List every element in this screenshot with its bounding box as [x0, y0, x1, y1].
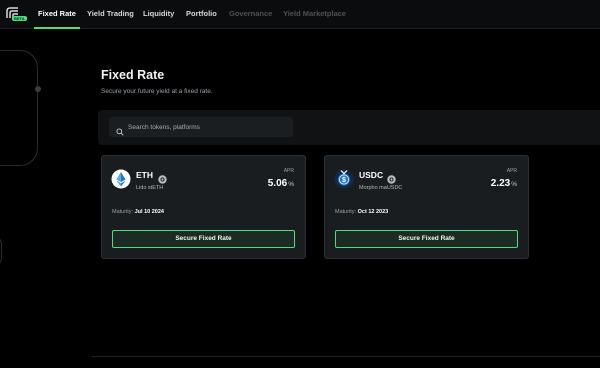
- maturity-date: Oct 12 2023: [357, 209, 389, 215]
- market-card-eth: ETH Lido stETH APR 5.06% Maturity: Jul 1…: [101, 155, 306, 259]
- nav-fixed-rate[interactable]: Fixed Rate: [34, 0, 80, 29]
- platform-name: Morpho maUSDC: [359, 185, 403, 191]
- eth-icon: [111, 169, 131, 189]
- apr-unit: %: [288, 181, 294, 188]
- apr-number: 5.06: [267, 178, 288, 189]
- maturity-date: Jul 10 2024: [134, 209, 164, 215]
- secure-fixed-rate-button[interactable]: Secure Fixed Rate: [112, 230, 295, 248]
- nav-liquidity[interactable]: Liquidity: [143, 0, 174, 29]
- token-symbol: USDC: [359, 170, 384, 180]
- divider: [92, 356, 600, 357]
- apr-value: 2.23%: [491, 178, 517, 189]
- decorative-arc: [0, 50, 38, 166]
- decorative-arc-lower: [0, 236, 2, 266]
- apr-label: APR: [506, 168, 517, 174]
- decorative-dot: [35, 86, 41, 92]
- nav-portfolio[interactable]: Portfolio: [186, 0, 217, 29]
- svg-text:$: $: [342, 177, 346, 184]
- platform-name: Lido stETH: [136, 185, 164, 191]
- maturity-label: Maturity:: [112, 209, 134, 215]
- secure-fixed-rate-button[interactable]: Secure Fixed Rate: [335, 230, 518, 248]
- nav-yield-marketplace[interactable]: Yield Marketplace: [283, 0, 346, 29]
- app-root: BETA Fixed Rate Yield Trading Liquidity …: [0, 0, 600, 368]
- nav-governance[interactable]: Governance: [229, 0, 272, 29]
- apr-label: APR: [283, 168, 294, 174]
- market-card-usdc: $ USDC Morpho maUSDC APR 2.23% Maturity:…: [324, 155, 529, 259]
- top-nav: BETA Fixed Rate Yield Trading Liquidity …: [0, 0, 600, 29]
- nav-yield-trading[interactable]: Yield Trading: [87, 0, 134, 29]
- verified-icon: [158, 171, 167, 184]
- usdc-icon: $: [334, 169, 354, 189]
- maturity-label: Maturity:: [335, 209, 357, 215]
- page-subtitle: Secure your future yield at a fixed rate…: [101, 88, 213, 95]
- page-title: Fixed Rate: [101, 68, 165, 82]
- search-input[interactable]: [128, 117, 288, 137]
- search-icon: [116, 123, 124, 136]
- apr-value: 5.06%: [268, 178, 294, 189]
- apr-number: 2.23: [490, 178, 511, 189]
- token-symbol: ETH: [136, 170, 153, 180]
- verified-icon: [387, 171, 396, 184]
- beta-badge: BETA: [12, 16, 27, 21]
- apr-unit: %: [511, 181, 517, 188]
- maturity-info: Maturity: Jul 10 2024: [112, 209, 164, 215]
- maturity-info: Maturity: Oct 12 2023: [335, 209, 388, 215]
